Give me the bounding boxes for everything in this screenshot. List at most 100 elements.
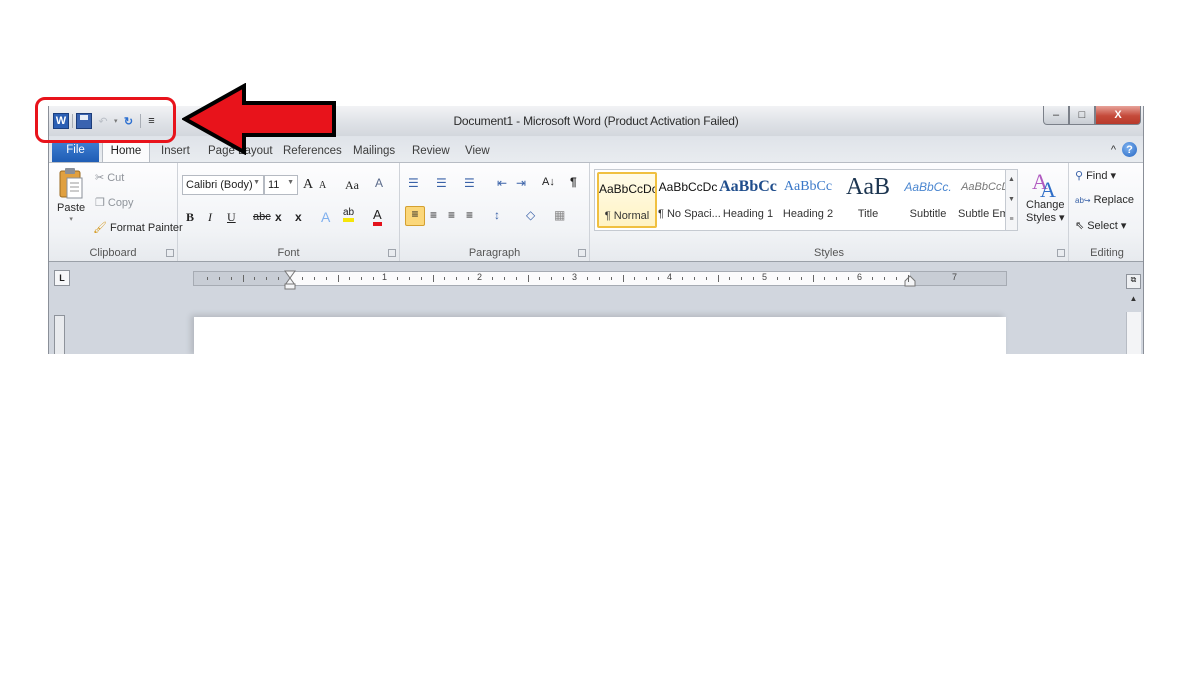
style-heading-2[interactable]: AaBbCc Heading 2 xyxy=(778,172,838,228)
ruler-tick xyxy=(646,277,648,280)
ruler-tick xyxy=(337,275,339,282)
vertical-scrollbar[interactable]: ⧉ ▲ xyxy=(1126,262,1141,354)
bullets-button[interactable]: ☰ xyxy=(408,176,419,190)
ruler-tick xyxy=(349,277,351,280)
shading-button[interactable]: ◇ xyxy=(526,208,535,222)
font-name-combo[interactable]: Calibri (Body) ▼ xyxy=(182,175,264,195)
change-case-button[interactable]: Aa xyxy=(345,178,359,193)
right-indent-marker-icon[interactable] xyxy=(904,275,916,287)
horizontal-ruler[interactable]: 1 2 3 4 5 6 7 xyxy=(193,270,1007,290)
select-label: Select ▾ xyxy=(1087,220,1127,232)
font-size-combo[interactable]: 11 ▼ xyxy=(264,175,298,195)
minimize-ribbon-icon[interactable]: ^ xyxy=(1111,144,1116,156)
paste-dropdown-icon[interactable]: ▾ xyxy=(69,215,73,223)
tab-view[interactable]: View xyxy=(465,142,490,162)
change-styles-label-2: Styles ▾ xyxy=(1026,212,1065,224)
paste-icon xyxy=(59,168,83,199)
align-right-button[interactable]: ≡ xyxy=(448,208,455,222)
numbering-button[interactable]: ☰ xyxy=(436,176,447,190)
highlight-button[interactable]: ab xyxy=(343,207,355,222)
bold-button[interactable]: B xyxy=(186,210,194,225)
ruler-tick xyxy=(800,277,802,280)
underline-button[interactable]: U xyxy=(227,210,236,225)
increase-indent-button[interactable]: ⇥ xyxy=(516,176,526,190)
copy-label: Copy xyxy=(107,196,134,209)
paragraph-dialog-launcher[interactable] xyxy=(578,249,586,257)
minimize-button[interactable]: – xyxy=(1043,106,1069,125)
replace-button[interactable]: ab↪ Replace xyxy=(1075,194,1134,206)
change-styles-label: Change xyxy=(1026,199,1065,211)
select-button[interactable]: ⇖ Select ▾ xyxy=(1075,219,1126,232)
style-subtitle[interactable]: AaBbCc. Subtitle xyxy=(898,172,958,228)
ruler-tick xyxy=(634,277,636,280)
ruler-tick xyxy=(658,277,660,280)
scroll-up-icon[interactable]: ▲ xyxy=(1126,294,1141,309)
tab-selector[interactable]: L xyxy=(54,270,70,286)
ruler-tick xyxy=(895,277,897,280)
tab-mailings[interactable]: Mailings xyxy=(353,142,395,162)
ruler-tick xyxy=(206,277,208,280)
replace-icon: ab↪ xyxy=(1075,195,1091,205)
ruler-number: 5 xyxy=(762,272,768,282)
cut-button[interactable]: ✂ Cut xyxy=(95,171,125,185)
style-title[interactable]: AaB Title xyxy=(838,172,898,228)
editing-group-label: Editing xyxy=(1090,247,1124,259)
group-paragraph: ☰ ☰ ☰ ⇤ ⇥ A↓ ¶ ≡ ≡ ≡ ≡ ↕ ◇ ▦ Paragraph xyxy=(400,163,590,261)
style-name: ¶ Normal xyxy=(604,210,650,222)
decrease-indent-button[interactable]: ⇤ xyxy=(497,176,507,190)
scroll-up-icon[interactable]: ▲ xyxy=(1006,170,1017,190)
close-button[interactable]: X xyxy=(1095,106,1141,125)
strikethrough-button[interactable]: abc xyxy=(253,211,271,223)
indent-marker-icon[interactable] xyxy=(284,270,296,290)
change-styles-button[interactable]: A A Change Styles ▾ xyxy=(1026,167,1065,224)
scroll-down-icon[interactable]: ▼ xyxy=(1006,190,1017,210)
tab-review[interactable]: Review xyxy=(412,142,450,162)
tab-home[interactable]: Home xyxy=(102,141,150,162)
superscript-button[interactable]: x xyxy=(295,210,302,224)
borders-button[interactable]: ▦ xyxy=(554,208,565,222)
paintbrush-icon: 🖌 xyxy=(93,222,107,234)
font-dialog-launcher[interactable] xyxy=(388,249,396,257)
grow-font-button[interactable]: A xyxy=(303,177,313,193)
justify-button[interactable]: ≡ xyxy=(466,208,473,222)
ruler-tick xyxy=(836,277,838,280)
paste-button[interactable]: Paste ▾ xyxy=(57,167,85,223)
ruler-tick xyxy=(230,277,232,280)
format-painter-button[interactable]: 🖌 Format Painter xyxy=(93,221,183,235)
style-normal[interactable]: AaBbCcDc ¶ Normal xyxy=(597,172,657,228)
find-button[interactable]: ⚲ Find ▾ xyxy=(1075,169,1116,182)
shrink-font-button[interactable]: A xyxy=(319,180,326,191)
font-color-button[interactable]: A xyxy=(373,207,382,226)
center-button[interactable]: ≡ xyxy=(430,208,437,222)
style-heading-1[interactable]: AaBbCc Heading 1 xyxy=(718,172,778,228)
ruler-tick xyxy=(527,275,529,282)
clear-formatting-icon[interactable]: A xyxy=(375,176,383,190)
help-icon[interactable]: ? xyxy=(1122,142,1137,157)
italic-button[interactable]: I xyxy=(208,210,212,225)
tab-file[interactable]: File xyxy=(52,141,99,162)
view-ruler-icon[interactable]: ⧉ xyxy=(1126,274,1141,289)
maximize-button[interactable]: □ xyxy=(1069,106,1095,125)
scrollbar-track[interactable] xyxy=(1126,312,1141,354)
ruler-tick xyxy=(396,277,398,280)
style-no-spacing[interactable]: AaBbCcDc ¶ No Spaci... xyxy=(658,172,721,228)
style-name: Heading 2 xyxy=(782,208,834,220)
multilevel-list-button[interactable]: ☰ xyxy=(464,176,475,190)
more-styles-icon[interactable]: ≡ xyxy=(1006,210,1017,230)
sort-button[interactable]: A↓ xyxy=(542,176,555,188)
subscript-button[interactable]: x xyxy=(275,210,282,224)
align-left-button[interactable]: ≡ xyxy=(405,206,425,226)
show-marks-button[interactable]: ¶ xyxy=(570,175,577,189)
copy-button[interactable]: ❐ Copy xyxy=(95,196,134,210)
styles-dialog-launcher[interactable] xyxy=(1057,249,1065,257)
document-page[interactable] xyxy=(194,317,1006,354)
ribbon-home: Paste ▾ ✂ Cut ❐ Copy 🖌 Format Painter Cl… xyxy=(49,162,1143,262)
line-spacing-button[interactable]: ↕ xyxy=(494,208,500,222)
text-effects-button[interactable]: A xyxy=(321,209,330,225)
ruler-tick xyxy=(693,277,695,280)
clipboard-dialog-launcher[interactable] xyxy=(166,249,174,257)
ruler-number: 3 xyxy=(572,272,578,282)
cut-label: Cut xyxy=(107,171,125,184)
styles-gallery-scrollbar[interactable]: ▲ ▼ ≡ xyxy=(1005,170,1017,230)
ruler-tick xyxy=(824,277,826,280)
